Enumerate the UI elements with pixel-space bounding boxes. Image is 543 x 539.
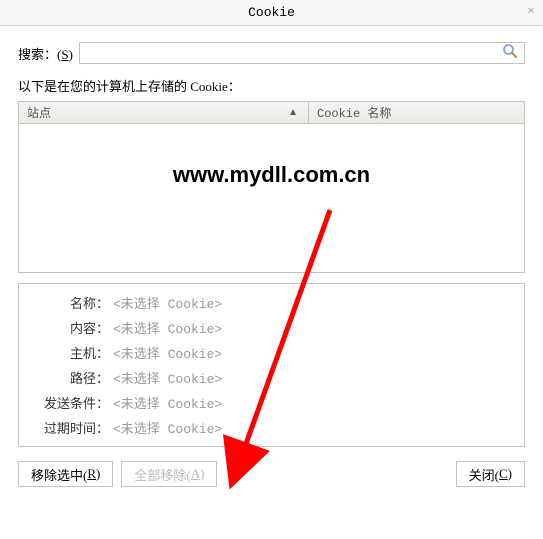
- remove-all-button[interactable]: 全部移除(A): [121, 461, 217, 487]
- detail-label: 内容：: [19, 318, 113, 337]
- watermark-text: www.mydll.com.cn: [19, 162, 524, 188]
- titlebar-title: Cookie: [248, 5, 295, 20]
- cookies-table: 站点 ▲ Cookie 名称 www.mydll.com.cn: [18, 101, 525, 273]
- detail-value: <未选择 Cookie>: [113, 293, 222, 312]
- table-header: 站点 ▲ Cookie 名称: [19, 102, 524, 124]
- column-header-site[interactable]: 站点 ▲: [19, 102, 309, 123]
- detail-row-send-condition: 发送条件： <未选择 Cookie>: [19, 390, 524, 415]
- column-header-cookie-name[interactable]: Cookie 名称: [309, 102, 524, 123]
- detail-row-path: 路径： <未选择 Cookie>: [19, 365, 524, 390]
- table-body[interactable]: www.mydll.com.cn: [19, 124, 524, 272]
- remove-selected-button[interactable]: 移除选中(R): [18, 461, 113, 487]
- detail-value: <未选择 Cookie>: [113, 368, 222, 387]
- detail-value: <未选择 Cookie>: [113, 343, 222, 362]
- detail-row-expiry: 过期时间： <未选择 Cookie>: [19, 415, 524, 440]
- detail-label: 路径：: [19, 368, 113, 387]
- detail-value: <未选择 Cookie>: [113, 418, 222, 437]
- search-label: 搜索：(S): [18, 44, 73, 63]
- detail-value: <未选择 Cookie>: [113, 393, 222, 412]
- close-icon[interactable]: ×: [527, 4, 535, 20]
- titlebar: Cookie ×: [0, 0, 543, 26]
- detail-label: 名称：: [19, 293, 113, 312]
- detail-label: 过期时间：: [19, 418, 113, 437]
- detail-value: <未选择 Cookie>: [113, 318, 222, 337]
- detail-row-name: 名称： <未选择 Cookie>: [19, 290, 524, 315]
- detail-row-content: 内容： <未选择 Cookie>: [19, 315, 524, 340]
- column-header-site-label: 站点: [27, 104, 51, 121]
- search-icon[interactable]: [502, 43, 518, 63]
- detail-label: 主机：: [19, 343, 113, 362]
- cookie-details-panel: 名称： <未选择 Cookie> 内容： <未选择 Cookie> 主机： <未…: [18, 283, 525, 447]
- detail-label: 发送条件：: [19, 393, 113, 412]
- dialog-body: 搜索：(S) 以下是在您的计算机上存储的 Cookie： 站点 ▲ Cookie…: [0, 26, 543, 503]
- stored-cookies-label: 以下是在您的计算机上存储的 Cookie：: [18, 76, 525, 95]
- column-header-cookie-name-label: Cookie 名称: [317, 104, 391, 121]
- detail-row-host: 主机： <未选择 Cookie>: [19, 340, 524, 365]
- close-button[interactable]: 关闭(C): [456, 461, 525, 487]
- sort-ascending-icon: ▲: [288, 107, 298, 118]
- button-row: 移除选中(R) 全部移除(A) 关闭(C): [18, 461, 525, 487]
- search-input[interactable]: [79, 42, 525, 64]
- search-row: 搜索：(S): [18, 42, 525, 64]
